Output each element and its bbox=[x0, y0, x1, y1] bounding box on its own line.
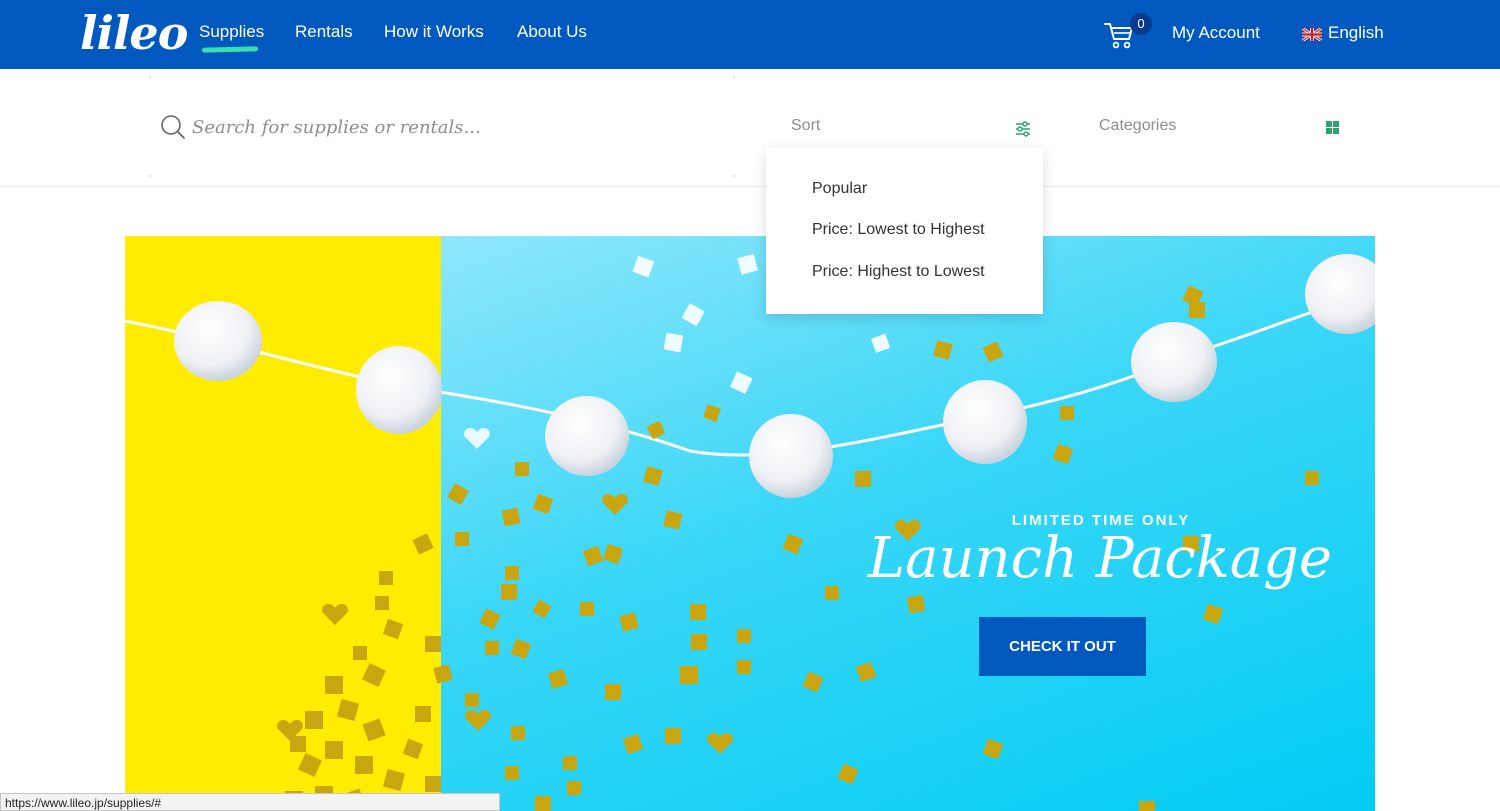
cart-count-badge: 0 bbox=[1130, 13, 1152, 35]
nav-rentals[interactable]: Rentals bbox=[295, 22, 353, 42]
categories-label[interactable]: Categories bbox=[1099, 117, 1176, 135]
sort-label[interactable]: Sort bbox=[791, 117, 820, 135]
check-it-out-button[interactable]: CHECK IT OUT bbox=[979, 617, 1146, 676]
sliders-icon[interactable] bbox=[1014, 120, 1032, 138]
banner-title: Launch Package bbox=[867, 526, 1333, 591]
uk-flag-icon bbox=[1302, 28, 1322, 41]
grid-icon[interactable] bbox=[1326, 121, 1339, 134]
sort-dropdown: Popular Price: Lowest to Highest Price: … bbox=[766, 148, 1043, 314]
top-navigation-bar: lileo Supplies Rentals How it Works Abou… bbox=[0, 0, 1500, 69]
divider-dot bbox=[149, 76, 151, 78]
language-selector[interactable]: English bbox=[1328, 23, 1384, 43]
active-nav-underline bbox=[201, 46, 259, 53]
divider-dot bbox=[733, 175, 735, 177]
search-input[interactable] bbox=[192, 113, 712, 141]
search-icon bbox=[161, 115, 185, 139]
sort-option-price-high-low[interactable]: Price: Highest to Lowest bbox=[812, 263, 985, 281]
divider-dot bbox=[149, 175, 151, 177]
hero-banner: LIMITED TIME ONLY Launch Package CHECK I… bbox=[125, 236, 1375, 811]
nav-about-us[interactable]: About Us bbox=[517, 22, 587, 42]
filter-bar: Sort Categories bbox=[0, 69, 1500, 187]
nav-how-it-works[interactable]: How it Works bbox=[384, 22, 484, 42]
sort-option-price-low-high[interactable]: Price: Lowest to Highest bbox=[812, 221, 985, 239]
browser-status-url: https://www.lileo.jp/supplies/# bbox=[0, 793, 500, 811]
sort-option-popular[interactable]: Popular bbox=[812, 180, 867, 198]
my-account-link[interactable]: My Account bbox=[1172, 23, 1260, 43]
divider-dot bbox=[733, 76, 735, 78]
nav-supplies[interactable]: Supplies bbox=[199, 22, 264, 42]
lileo-logo[interactable]: lileo bbox=[80, 6, 188, 60]
